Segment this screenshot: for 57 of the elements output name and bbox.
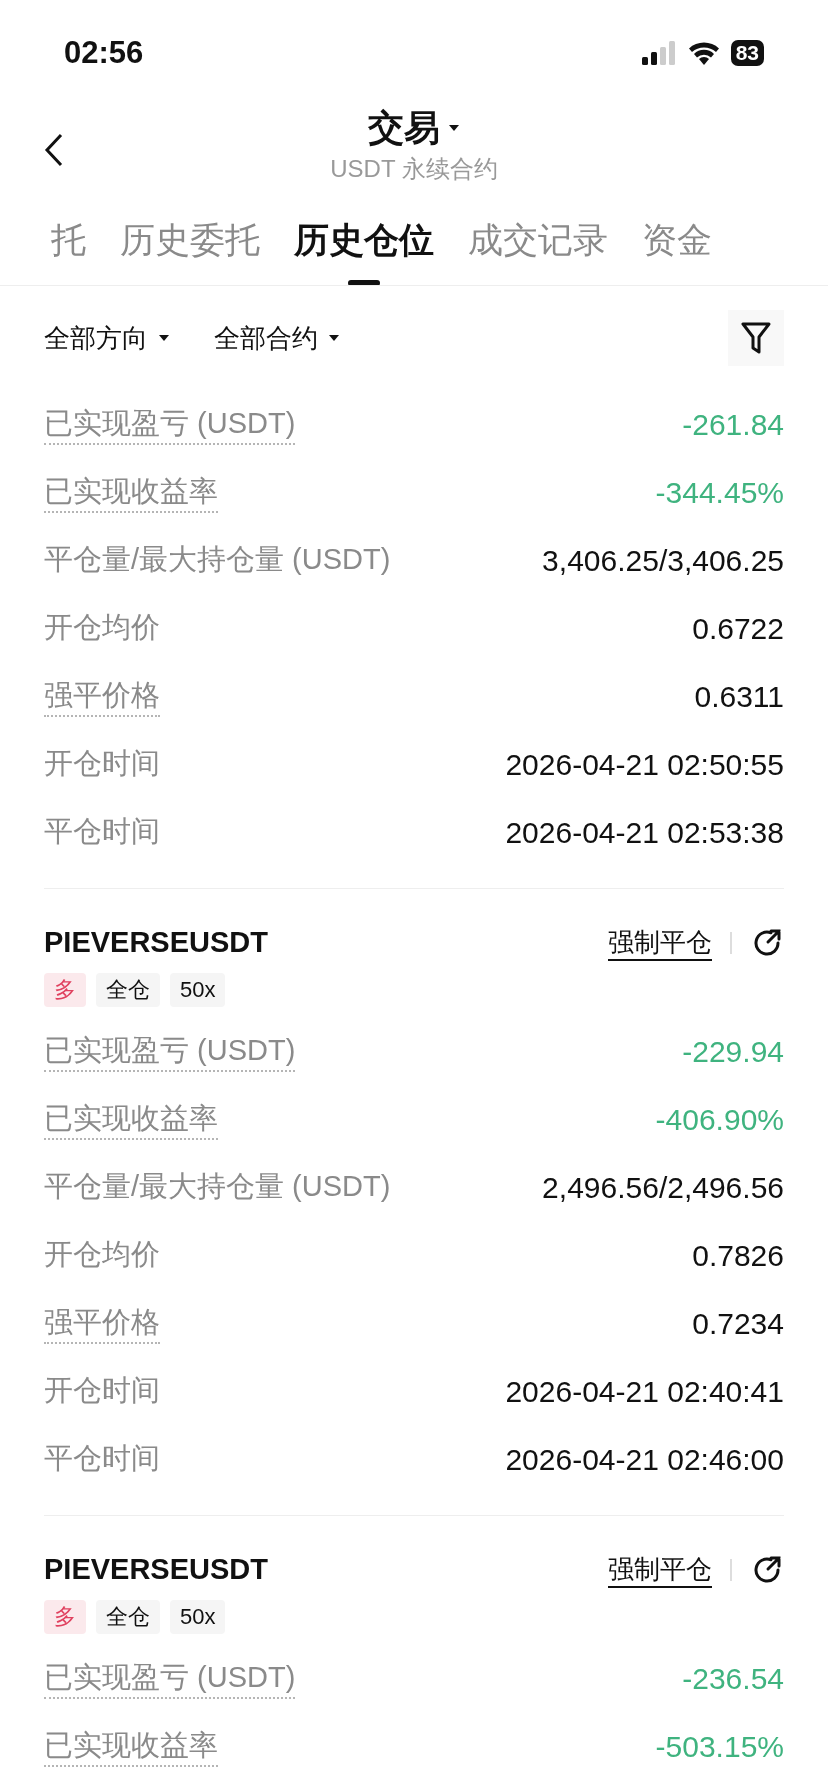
- field-value: 2,496.56/2,496.56: [542, 1169, 784, 1206]
- symbol-name: PIEVERSEUSDT: [44, 925, 268, 961]
- position-tag: 50x: [170, 1600, 226, 1634]
- field-value: -236.54: [682, 1660, 784, 1697]
- field-label: 强平价格: [44, 1302, 160, 1344]
- field-label: 已实现收益率: [44, 1725, 218, 1767]
- position-tag: 全仓: [96, 1600, 160, 1634]
- caret-icon: [448, 124, 460, 132]
- position-tag: 50x: [170, 973, 226, 1007]
- force-close-link[interactable]: 强制平仓: [608, 1552, 712, 1588]
- position-tag: 多: [44, 1600, 86, 1634]
- field-value: 0.6311: [694, 678, 784, 715]
- field-label: 开仓均价: [44, 610, 160, 645]
- field-label: 平仓量/最大持仓量 (USDT): [44, 542, 391, 577]
- field-value: 2026-04-21 02:53:38: [505, 814, 784, 851]
- field-label: 已实现收益率: [44, 471, 218, 513]
- tab[interactable]: 历史仓位: [294, 200, 434, 285]
- field-value: 3,406.25/3,406.25: [542, 542, 784, 579]
- field-value: 0.6722: [692, 610, 784, 647]
- field-label: 平仓量/最大持仓量 (USDT): [44, 1169, 391, 1204]
- filter-dropdown[interactable]: 全部合约: [214, 318, 340, 358]
- battery-level: 83: [730, 40, 764, 66]
- position-tag: 多: [44, 973, 86, 1007]
- field-value: -229.94: [682, 1033, 784, 1070]
- field-value: -344.45%: [655, 474, 784, 511]
- field-value: 2026-04-21 02:46:00: [505, 1441, 784, 1478]
- field-label: 平仓时间: [44, 1441, 160, 1476]
- signal-icon: [640, 41, 677, 65]
- field-value: -406.90%: [655, 1101, 784, 1138]
- field-label: 平仓时间: [44, 814, 160, 849]
- field-value: 0.7234: [692, 1305, 784, 1342]
- field-value: 2026-04-21 02:50:55: [505, 746, 784, 783]
- field-label: 开仓时间: [44, 1373, 160, 1408]
- force-close-link[interactable]: 强制平仓: [608, 925, 712, 961]
- caret-icon: [158, 334, 170, 342]
- wifi-icon: [686, 41, 721, 65]
- back-icon[interactable]: [44, 132, 64, 168]
- filter-dropdown[interactable]: 全部方向: [44, 318, 170, 358]
- position-tag: 全仓: [96, 973, 160, 1007]
- field-value: 0.7826: [692, 1237, 784, 1274]
- field-label: 已实现盈亏 (USDT): [44, 1030, 296, 1072]
- filter-icon[interactable]: [728, 310, 784, 366]
- field-label: 开仓时间: [44, 746, 160, 781]
- field-value: 2026-04-21 02:40:41: [505, 1373, 784, 1410]
- page-title[interactable]: 交易: [368, 104, 440, 152]
- field-label: 已实现盈亏 (USDT): [44, 1657, 296, 1699]
- caret-icon: [328, 334, 340, 342]
- field-label: 强平价格: [44, 675, 160, 717]
- status-time: 02:56: [64, 33, 144, 72]
- field-value: -503.15%: [655, 1728, 784, 1765]
- symbol-name: PIEVERSEUSDT: [44, 1552, 268, 1588]
- tab-indicator: [348, 280, 380, 285]
- field-value: -261.84: [682, 406, 784, 443]
- field-label: 已实现盈亏 (USDT): [44, 403, 296, 445]
- field-label: 开仓均价: [44, 1237, 160, 1272]
- page-subtitle: USDT 永续合约: [330, 154, 498, 184]
- field-label: 已实现收益率: [44, 1098, 218, 1140]
